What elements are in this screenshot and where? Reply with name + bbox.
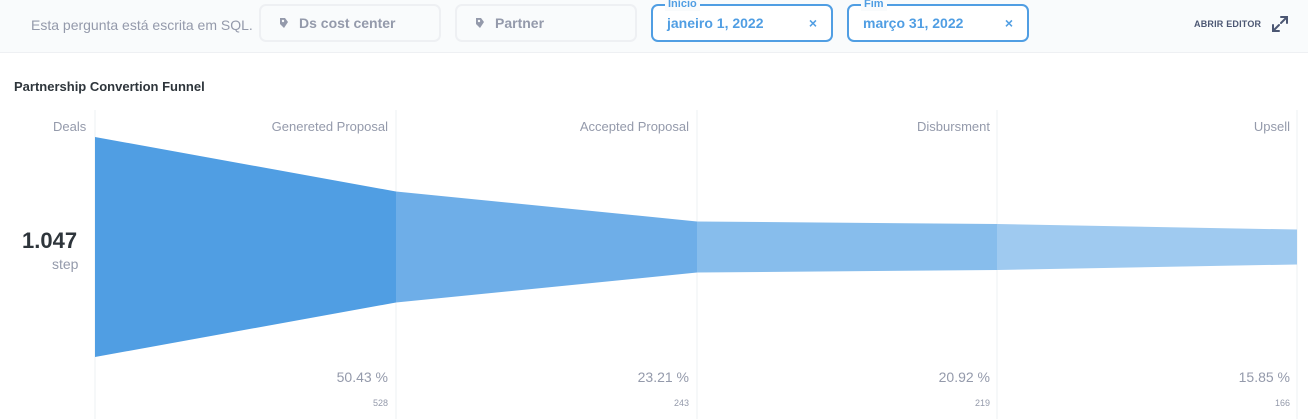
funnel-segment-disbursment[interactable] <box>697 221 997 273</box>
top-filter-bar: Esta pergunta está escrita em SQL. Ds co… <box>0 0 1308 53</box>
clear-start-date-icon[interactable]: × <box>809 15 817 31</box>
funnel-step-percent: 20.92 % <box>938 369 990 385</box>
funnel-step-count: 166 <box>1274 398 1290 408</box>
filter-start-date[interactable]: Início janeiro 1, 2022 × <box>651 0 833 42</box>
funnel-segment-generated-proposal[interactable] <box>95 137 396 357</box>
start-date-value: janeiro 1, 2022 <box>667 15 764 31</box>
funnel-step-percent: 15.85 % <box>1238 369 1290 385</box>
start-date-legend: Início <box>665 0 700 11</box>
open-editor-link[interactable]: ABRIR EDITOR <box>1194 19 1261 29</box>
funnel-step-percent: 50.43 % <box>336 369 388 385</box>
end-date-value: março 31, 2022 <box>863 15 964 31</box>
tag-icon <box>476 18 484 28</box>
funnel-segment-accepted-proposal[interactable] <box>396 191 697 303</box>
funnel-step-percent: 23.21 % <box>637 369 689 385</box>
filter-ds-cost-center[interactable]: Ds cost center <box>259 4 441 42</box>
funnel-step-count: 528 <box>372 398 388 408</box>
end-date-legend: Fim <box>861 0 887 11</box>
filter-label: Partner <box>495 15 545 31</box>
sql-note: Esta pergunta está escrita em SQL. <box>31 17 253 33</box>
funnel-step-count: 243 <box>673 398 689 408</box>
expand-icon[interactable] <box>1270 14 1290 34</box>
card-title: Partnership Convertion Funnel <box>14 79 205 94</box>
filter-partner[interactable]: Partner <box>455 4 637 42</box>
filter-end-date[interactable]: Fim março 31, 2022 × <box>847 0 1029 42</box>
tag-icon <box>280 18 288 28</box>
funnel-segment-upsell[interactable] <box>997 223 1297 271</box>
funnel-step-count: 219 <box>974 398 990 408</box>
clear-end-date-icon[interactable]: × <box>1005 15 1013 31</box>
filter-label: Ds cost center <box>299 15 396 31</box>
